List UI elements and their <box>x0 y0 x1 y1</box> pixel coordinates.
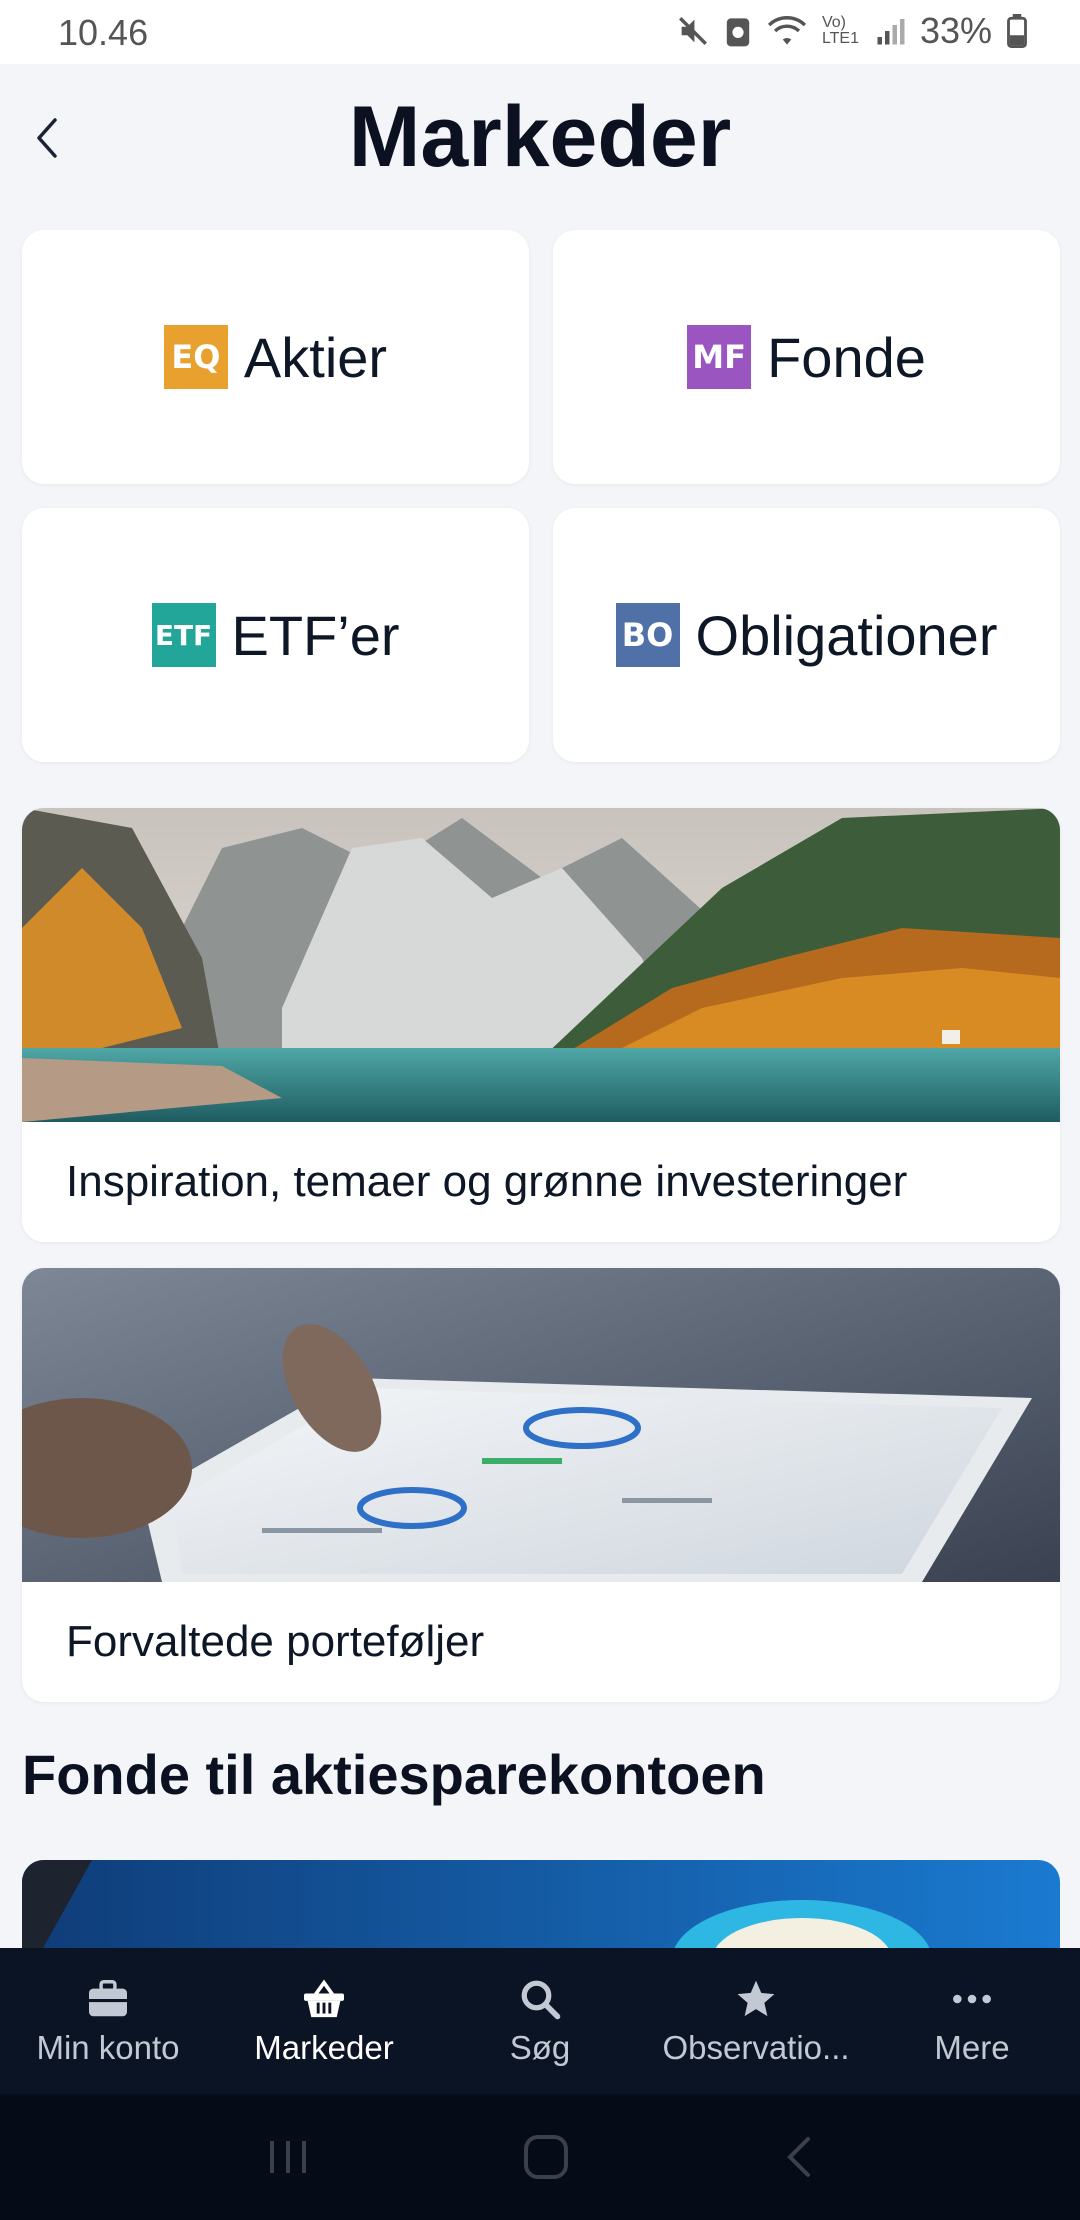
nav-label: Min konto <box>36 2029 180 2066</box>
bo-badge-icon: BO <box>615 603 680 667</box>
wifi-icon <box>767 16 806 45</box>
status-icons: Vo) LTE1 33% <box>676 10 1028 52</box>
star-icon <box>737 1980 775 2017</box>
tablet-image <box>22 1268 1060 1582</box>
eq-badge-icon: EQ <box>163 325 228 389</box>
nav-item-observationsliste[interactable]: Observatio... <box>648 1948 864 2094</box>
market-card-etfer[interactable]: ETF ETF’er <box>22 508 529 762</box>
feature-caption: Forvaltede porteføljer <box>66 1617 485 1666</box>
home-icon[interactable] <box>522 2133 570 2181</box>
network-type: Vo) LTE1 <box>821 14 859 47</box>
bottom-nav: Min konto Markeder Søg Observatio... Mer… <box>0 1948 1080 2094</box>
nav-item-sog[interactable]: Søg <box>432 1948 648 2094</box>
market-card-label: Obligationer <box>695 603 998 667</box>
basket-icon <box>304 1979 344 2018</box>
nav-label: Mere <box>934 2029 1010 2066</box>
recent-apps-icon[interactable] <box>266 2137 310 2177</box>
recycle-icon <box>726 18 750 47</box>
feature-card-funds-preview[interactable] <box>22 1860 1060 1950</box>
status-time: 10.46 <box>58 12 149 53</box>
nav-item-markeder[interactable]: Markeder <box>216 1948 432 2094</box>
market-image <box>22 1860 1060 1950</box>
page-title: Markeder <box>348 89 732 185</box>
landscape-image <box>22 808 1060 1122</box>
briefcase-icon <box>89 1980 127 2017</box>
section-title: Fonde til aktiesparekontoen <box>22 1743 766 1806</box>
market-card-label: Fonde <box>767 325 926 389</box>
status-bar: 10.46 Vo) LTE1 33% <box>0 0 1080 64</box>
mf-badge-icon: MF <box>687 325 752 389</box>
header: Markeder <box>0 64 1080 214</box>
search-icon <box>521 1980 561 2020</box>
system-nav-bar <box>0 2094 1080 2220</box>
etf-badge-icon: ETF <box>151 603 216 667</box>
market-card-label: ETF’er <box>231 603 400 667</box>
mute-icon <box>678 17 707 45</box>
market-card-fonde[interactable]: MF Fonde <box>553 230 1060 484</box>
nav-label: Observatio... <box>662 2029 850 2066</box>
more-icon <box>953 1994 991 2004</box>
nav-label: Markeder <box>254 2029 394 2066</box>
battery-level: 33% <box>919 10 992 51</box>
market-card-aktier[interactable]: EQ Aktier <box>22 230 529 484</box>
nav-item-min-konto[interactable]: Min konto <box>0 1948 216 2094</box>
battery-icon <box>1007 14 1027 48</box>
nav-label: Søg <box>509 2029 571 2066</box>
feature-caption: Inspiration, temaer og grønne investerin… <box>66 1157 908 1206</box>
back-icon[interactable] <box>782 2133 814 2181</box>
market-card-obligationer[interactable]: BO Obligationer <box>553 508 1060 762</box>
feature-card-inspiration[interactable]: Inspiration, temaer og grønne investerin… <box>22 808 1060 1242</box>
nav-item-mere[interactable]: Mere <box>864 1948 1080 2094</box>
feature-card-portfolios[interactable]: Forvaltede porteføljer <box>22 1268 1060 1702</box>
signal-icon <box>877 19 905 45</box>
market-card-label: Aktier <box>243 325 388 389</box>
